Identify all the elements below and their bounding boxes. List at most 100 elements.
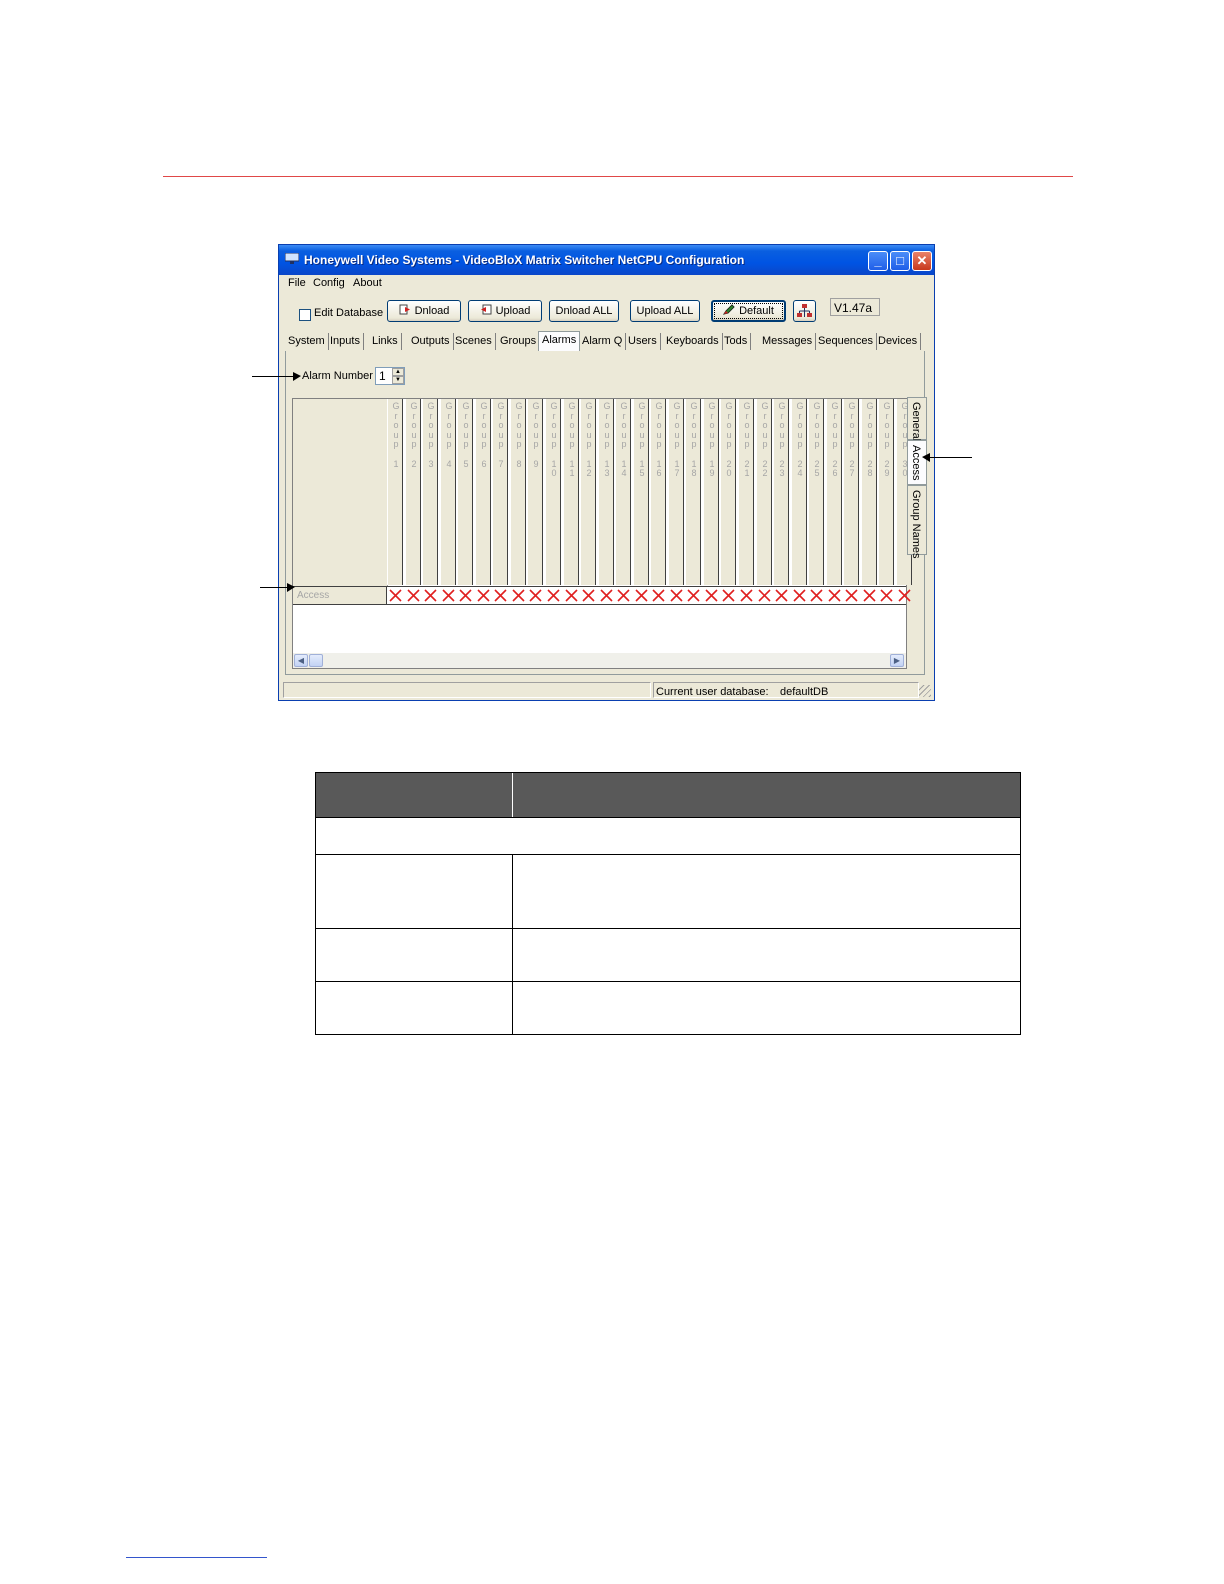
tab-keyboards[interactable]: Keyboards (663, 333, 723, 350)
scroll-right-button[interactable]: ▶ (890, 654, 904, 667)
access-checkbox-cell[interactable] (668, 587, 685, 604)
access-checkbox-cell[interactable] (387, 587, 404, 604)
tab-users[interactable]: Users (625, 333, 661, 350)
access-checkbox-cell[interactable] (896, 587, 913, 604)
access-checkbox-cell[interactable] (440, 587, 457, 604)
tab-groups[interactable]: Groups (497, 333, 541, 350)
access-checkbox-cell[interactable] (457, 587, 474, 604)
group-column-header[interactable]: Group22 (756, 399, 772, 585)
access-checkbox-cell[interactable] (791, 587, 808, 604)
access-checkbox-cell[interactable] (826, 587, 843, 604)
group-column-header[interactable]: Group4 (440, 399, 456, 585)
access-checkbox-cell[interactable] (580, 587, 597, 604)
edit-database-checkbox[interactable] (299, 309, 311, 321)
group-column-header[interactable]: Group23 (773, 399, 789, 585)
access-checkbox-cell[interactable] (527, 587, 544, 604)
access-checkbox-cell[interactable] (615, 587, 632, 604)
access-checkbox-cell[interactable] (633, 587, 650, 604)
access-checkbox-cell[interactable] (422, 587, 439, 604)
tab-links[interactable]: Links (369, 333, 402, 350)
group-column-header[interactable]: Group12 (580, 399, 596, 585)
x-mark-icon (494, 589, 507, 602)
spin-down-button[interactable]: ▼ (392, 376, 404, 384)
access-checkbox-cell[interactable] (405, 587, 422, 604)
group-column-header[interactable]: Group25 (808, 399, 824, 585)
group-column-header[interactable]: Group27 (843, 399, 859, 585)
group-column-header[interactable]: Group2 (405, 399, 421, 585)
group-column-header[interactable]: Group15 (633, 399, 649, 585)
tab-tods[interactable]: Tods (721, 333, 752, 350)
access-checkbox-cell[interactable] (738, 587, 755, 604)
horizontal-scrollbar[interactable]: ◀ ▶ (293, 653, 906, 668)
tab-alarm-q[interactable]: Alarm Q (579, 333, 627, 350)
access-checkbox-cell[interactable] (843, 587, 860, 604)
group-column-header[interactable]: Group18 (685, 399, 701, 585)
access-checkbox-cell[interactable] (720, 587, 737, 604)
group-column-header[interactable]: Group19 (703, 399, 719, 585)
group-column-header[interactable]: Group20 (720, 399, 736, 585)
tab-devices[interactable]: Devices (875, 333, 922, 350)
minimize-button[interactable]: _ (868, 251, 888, 271)
group-column-header[interactable]: Group3 (422, 399, 438, 585)
scroll-left-button[interactable]: ◀ (294, 654, 308, 667)
dnload-all-button[interactable]: Dnload ALL (549, 300, 619, 322)
group-column-header[interactable]: Group11 (563, 399, 579, 585)
side-tab-group-names[interactable]: Group Names (907, 485, 927, 558)
spin-up-button[interactable]: ▲ (392, 368, 404, 376)
access-checkbox-cell[interactable] (703, 587, 720, 604)
access-checkbox-cell[interactable] (492, 587, 509, 604)
tab-scenes[interactable]: Scenes (452, 333, 496, 350)
side-tab-general[interactable]: General (907, 397, 927, 441)
group-column-header[interactable]: Group7 (492, 399, 508, 585)
default-button[interactable]: Default (711, 300, 786, 322)
side-tab-access[interactable]: Access (907, 440, 927, 485)
group-column-header[interactable]: Group24 (791, 399, 807, 585)
group-column-header[interactable]: Group6 (475, 399, 491, 585)
tab-messages[interactable]: Messages (759, 333, 817, 350)
tab-inputs[interactable]: Inputs (327, 333, 364, 350)
upload-button[interactable]: Upload (468, 300, 542, 322)
group-column-header[interactable]: Group5 (457, 399, 473, 585)
menu-file[interactable]: File (288, 277, 306, 289)
tab-outputs[interactable]: Outputs (408, 333, 454, 350)
title-bar[interactable]: Honeywell Video Systems - VideoBloX Matr… (279, 245, 934, 275)
group-column-header[interactable]: Group10 (545, 399, 561, 585)
access-checkbox-cell[interactable] (563, 587, 580, 604)
group-column-header[interactable]: Group21 (738, 399, 754, 585)
db-value: defaultDB (780, 686, 829, 698)
access-checkbox-cell[interactable] (598, 587, 615, 604)
menu-config[interactable]: Config (313, 277, 345, 289)
group-column-header[interactable]: Group16 (650, 399, 666, 585)
access-checkbox-cell[interactable] (878, 587, 895, 604)
group-column-header[interactable]: Group29 (878, 399, 894, 585)
resize-grip[interactable] (919, 685, 931, 697)
group-column-header[interactable]: Group28 (861, 399, 877, 585)
tab-system[interactable]: System (285, 333, 329, 350)
access-checkbox-cell[interactable] (650, 587, 667, 604)
access-checkbox-cell[interactable] (685, 587, 702, 604)
access-checkbox-cell[interactable] (475, 587, 492, 604)
alarm-number-spinner[interactable]: 1 ▲ ▼ (375, 367, 405, 385)
scroll-thumb[interactable] (309, 654, 323, 667)
group-column-header[interactable]: Group26 (826, 399, 842, 585)
group-column-header[interactable]: Group1 (387, 399, 403, 585)
access-checkbox-cell[interactable] (773, 587, 790, 604)
access-checkbox-cell[interactable] (861, 587, 878, 604)
tab-alarms[interactable]: Alarms (538, 331, 581, 351)
maximize-button[interactable]: □ (890, 251, 910, 271)
access-checkbox-cell[interactable] (545, 587, 562, 604)
group-column-header[interactable]: Group9 (527, 399, 543, 585)
group-column-header[interactable]: Group14 (615, 399, 631, 585)
access-checkbox-cell[interactable] (808, 587, 825, 604)
group-column-header[interactable]: Group8 (510, 399, 526, 585)
close-button[interactable]: ✕ (912, 251, 932, 271)
group-column-header[interactable]: Group13 (598, 399, 614, 585)
network-button[interactable] (793, 300, 816, 322)
access-checkbox-cell[interactable] (510, 587, 527, 604)
menu-about[interactable]: About (353, 277, 382, 289)
dnload-button[interactable]: Dnload (387, 300, 461, 322)
group-column-header[interactable]: Group17 (668, 399, 684, 585)
tab-sequences[interactable]: Sequences (815, 333, 878, 350)
access-checkbox-cell[interactable] (756, 587, 773, 604)
upload-all-button[interactable]: Upload ALL (630, 300, 700, 322)
